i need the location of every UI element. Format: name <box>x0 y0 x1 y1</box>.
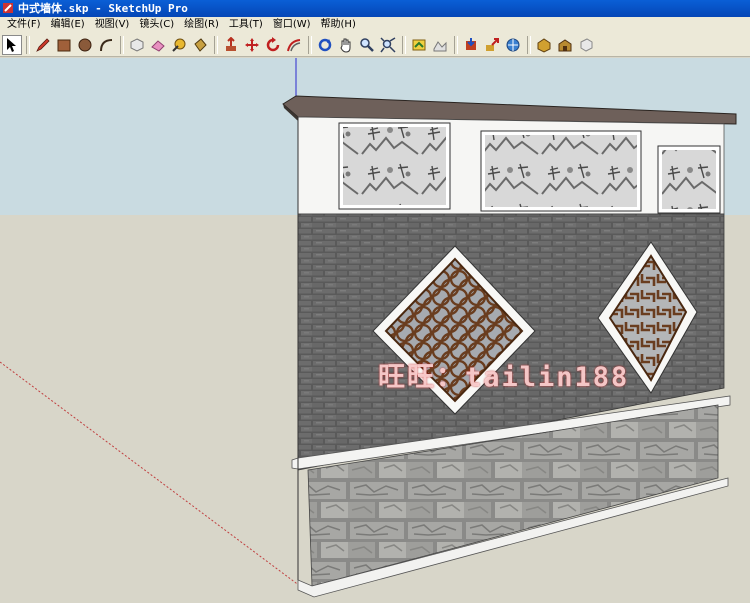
menu-edit[interactable]: 编辑(E) <box>46 17 90 33</box>
get-models-icon <box>466 37 476 50</box>
pan-icon <box>340 38 351 53</box>
watermark-text: 旺旺：tailin188 <box>378 362 630 393</box>
tape-measure-icon <box>172 38 186 52</box>
paint-bucket-button[interactable] <box>190 35 210 55</box>
menu-window[interactable]: 窗口(W) <box>268 17 316 33</box>
offset-icon <box>287 38 301 51</box>
pan-tool-button[interactable] <box>336 35 356 55</box>
menu-bar: 文件(F) 编辑(E) 视图(V) 镜头(C) 绘图(R) 工具(T) 窗口(W… <box>0 17 750 33</box>
menu-help[interactable]: 帮助(H) <box>316 17 361 33</box>
share-component-button[interactable] <box>503 35 523 55</box>
warehouse-icon <box>558 38 572 51</box>
zoom-extents-icon <box>380 36 396 53</box>
offset-tool-button[interactable] <box>284 35 304 55</box>
toggle-terrain-icon <box>433 40 447 51</box>
title-bar: 中式墙体.skp - SketchUp Pro <box>0 0 750 17</box>
select-tool-button[interactable] <box>2 34 22 55</box>
add-location-icon <box>412 39 426 50</box>
sketchup-app-icon[interactable] <box>2 2 14 14</box>
rectangle-tool-button[interactable] <box>54 35 74 55</box>
paint-bucket-icon <box>194 37 207 52</box>
extension-button[interactable] <box>576 35 596 55</box>
share-model-button[interactable] <box>482 35 502 55</box>
model-canvas[interactable] <box>0 58 750 599</box>
zoom-extents-button[interactable] <box>378 35 398 55</box>
photo-textures-button[interactable] <box>534 35 554 55</box>
get-models-button[interactable] <box>461 35 481 55</box>
arc-icon <box>100 38 113 51</box>
photo-textures-icon <box>537 37 551 53</box>
add-location-button[interactable] <box>409 35 429 55</box>
extension-icon <box>580 37 593 52</box>
warehouse-button[interactable] <box>555 35 575 55</box>
drawing-viewport[interactable]: 旺旺：tailin188 <box>0 58 750 599</box>
move-icon <box>245 37 259 52</box>
make-component-button[interactable] <box>127 35 147 55</box>
push-pull-icon <box>226 36 236 51</box>
eraser-icon <box>151 39 165 52</box>
window-title: 中式墙体.skp - SketchUp Pro <box>18 2 188 15</box>
push-pull-button[interactable] <box>221 35 241 55</box>
select-icon <box>7 37 16 52</box>
share-component-icon <box>506 38 520 51</box>
circle-icon <box>78 38 92 51</box>
circle-tool-button[interactable] <box>75 35 95 55</box>
arc-tool-button[interactable] <box>96 35 116 55</box>
zoom-tool-button[interactable] <box>357 35 377 55</box>
main-toolbar <box>0 33 750 57</box>
menu-camera[interactable]: 镜头(C) <box>134 17 179 33</box>
menu-file[interactable]: 文件(F) <box>2 17 46 33</box>
painting-right <box>657 145 721 214</box>
orbit-tool-button[interactable] <box>315 35 335 55</box>
painting-left <box>338 122 451 210</box>
menu-view[interactable]: 视图(V) <box>90 17 135 33</box>
pencil-tool-button[interactable] <box>33 35 53 55</box>
painting-center <box>480 130 642 212</box>
move-tool-button[interactable] <box>242 35 262 55</box>
pencil-icon <box>36 37 50 52</box>
tape-measure-button[interactable] <box>169 35 189 55</box>
menu-tools[interactable]: 工具(T) <box>224 17 268 33</box>
share-model-icon <box>486 37 499 51</box>
eraser-tool-button[interactable] <box>148 35 168 55</box>
toggle-terrain-button[interactable] <box>430 35 450 55</box>
menu-draw[interactable]: 绘图(R) <box>179 17 224 33</box>
rotate-tool-button[interactable] <box>263 35 283 55</box>
make-component-icon <box>130 37 144 52</box>
orbit-icon <box>318 38 332 51</box>
rectangle-icon <box>57 39 71 51</box>
rotate-icon <box>266 36 280 51</box>
zoom-icon <box>360 37 374 52</box>
